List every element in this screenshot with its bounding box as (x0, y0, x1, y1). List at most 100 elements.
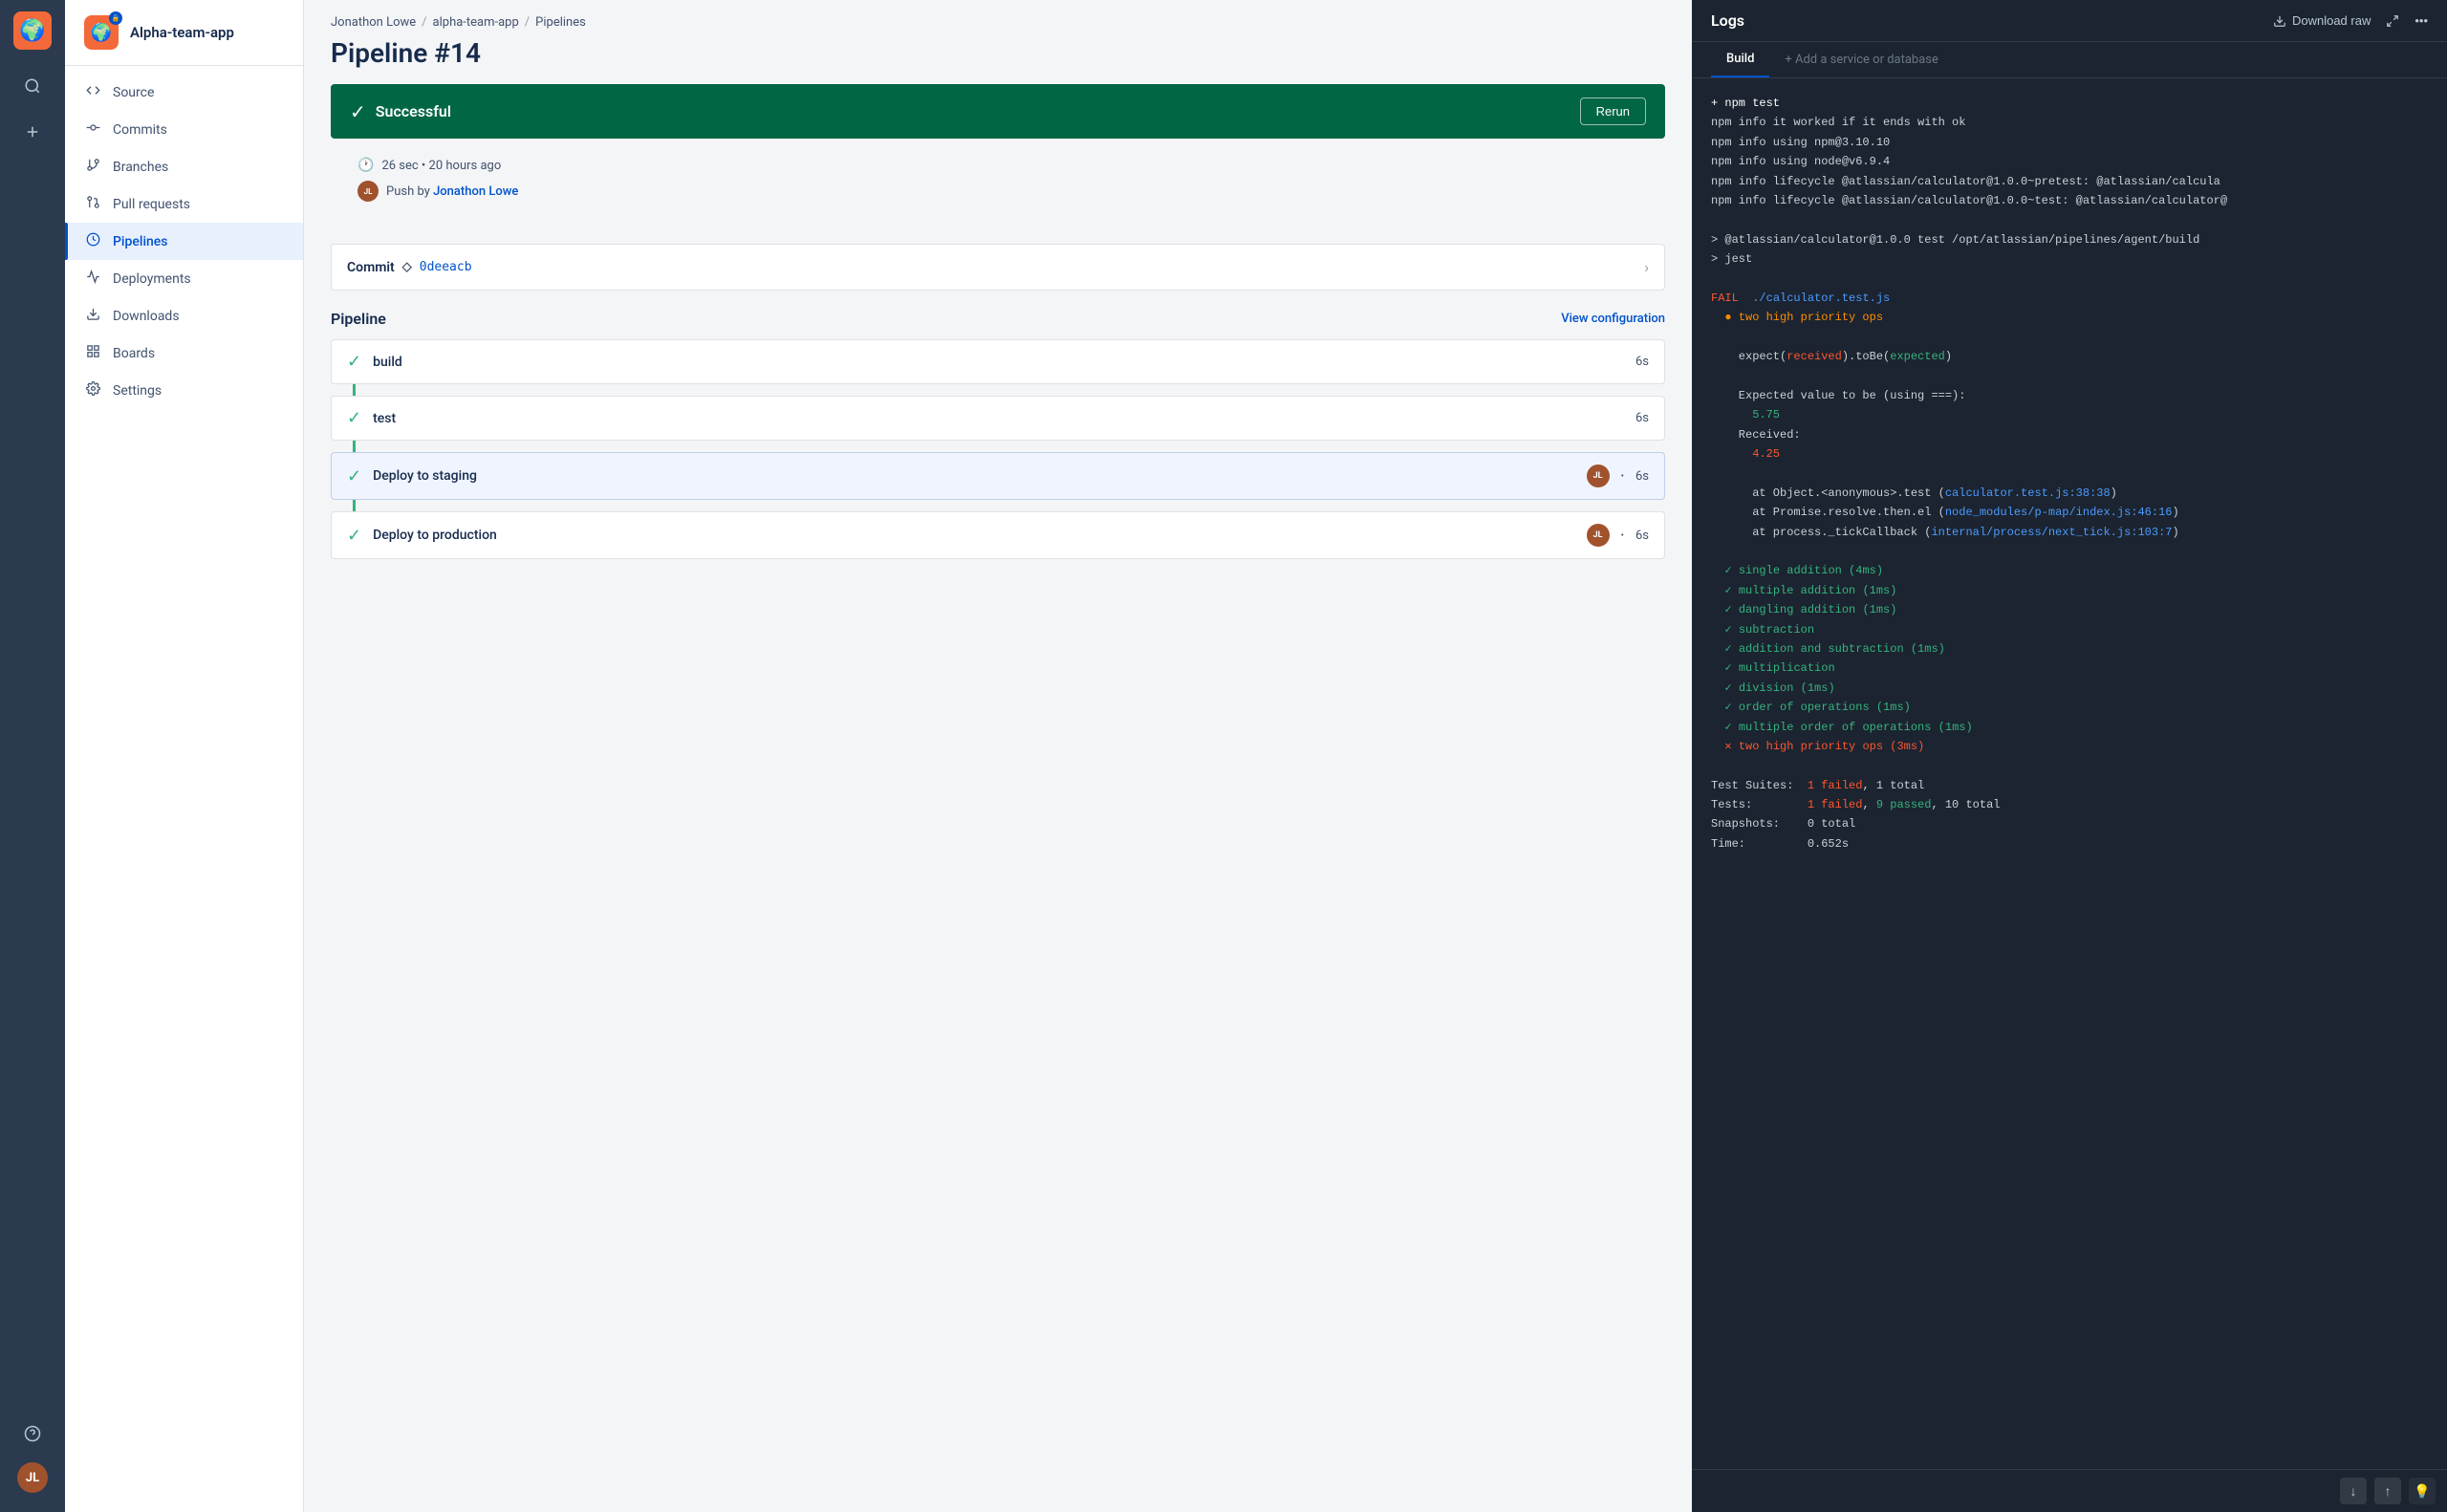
log-line: Snapshots: 0 total (1711, 814, 2428, 833)
log-line: npm info using node@v6.9.4 (1711, 152, 2428, 171)
search-icon[interactable] (15, 69, 50, 103)
log-line: ✓ order of operations (1ms) (1711, 698, 2428, 717)
pusher-link[interactable]: Jonathon Lowe (433, 184, 518, 199)
step-connector-2 (353, 441, 356, 452)
log-line (1711, 270, 2428, 289)
sidebar-item-branches[interactable]: Branches (65, 148, 303, 185)
view-config-link[interactable]: View configuration (1561, 312, 1665, 326)
log-line: ✓ division (1ms) (1711, 679, 2428, 698)
step-dot-production: • (1621, 530, 1624, 541)
step-dot-staging: • (1621, 471, 1624, 482)
more-options-button[interactable]: ••• (2415, 13, 2428, 28)
log-line: at Object.<anonymous>.test (calculator.t… (1711, 484, 2428, 503)
pipelines-icon (84, 232, 101, 250)
app-avatar[interactable] (13, 11, 52, 50)
tab-build[interactable]: Build (1711, 42, 1769, 77)
scroll-up-button[interactable]: ↑ (2374, 1478, 2401, 1504)
status-label: Successful (376, 102, 451, 120)
duration-row: 🕐 26 sec • 20 hours ago (357, 158, 1638, 173)
log-line: npm info using npm@3.10.10 (1711, 133, 2428, 152)
step-avatar-staging: JL (1587, 464, 1610, 487)
sidebar-item-pull-requests[interactable]: Pull requests (65, 185, 303, 223)
source-icon (84, 83, 101, 101)
breadcrumb: Jonathon Lowe / alpha-team-app / Pipelin… (304, 0, 1692, 30)
sidebar-item-downloads[interactable]: Downloads (65, 297, 303, 335)
step-deploy-production[interactable]: ✓ Deploy to production JL • 6s (331, 511, 1665, 559)
log-line (1711, 210, 2428, 229)
step-duration-build: 6s (1635, 355, 1649, 369)
deployments-icon (84, 270, 101, 288)
pipeline-steps: ✓ build 6s ✓ test 6s ✓ Deploy to staging… (331, 339, 1665, 559)
breadcrumb-user[interactable]: Jonathon Lowe (331, 15, 416, 30)
sidebar-item-label-boards: Boards (113, 346, 155, 361)
rerun-button[interactable]: Rerun (1580, 97, 1646, 125)
help-icon[interactable] (15, 1416, 50, 1451)
sidebar-nav: Source Commits Branches Pull requests Pi… (65, 66, 303, 1512)
add-icon[interactable] (15, 115, 50, 149)
scroll-down-button[interactable]: ↓ (2340, 1478, 2367, 1504)
step-check-icon: ✓ (347, 352, 361, 372)
sidebar-item-label-branches: Branches (113, 160, 168, 175)
duration-text: 26 sec • 20 hours ago (381, 159, 501, 173)
log-line: npm info lifecycle @atlassian/calculator… (1711, 172, 2428, 191)
expand-button[interactable] (2386, 14, 2399, 28)
step-test[interactable]: ✓ test 6s (331, 396, 1665, 441)
sidebar-item-label-downloads: Downloads (113, 309, 180, 324)
log-line: ✓ single addition (4ms) (1711, 561, 2428, 580)
logs-panel: Logs Download raw ••• Build + Add a serv… (1692, 0, 2447, 1512)
sidebar-item-source[interactable]: Source (65, 74, 303, 111)
pull-requests-icon (84, 195, 101, 213)
main-content: Jonathon Lowe / alpha-team-app / Pipelin… (304, 0, 1692, 1512)
step-duration-test: 6s (1635, 411, 1649, 425)
download-raw-label: Download raw (2292, 13, 2371, 28)
pipeline-header: Pipeline View configuration (331, 310, 1665, 328)
breadcrumb-repo[interactable]: alpha-team-app (433, 15, 519, 30)
commit-card-left: Commit ◇ 0deeacb (347, 260, 472, 275)
sidebar-item-label-pull-requests: Pull requests (113, 197, 190, 212)
log-line: 4.25 (1711, 444, 2428, 464)
logs-title: Logs (1711, 11, 1744, 30)
add-service-label[interactable]: + Add a service or database (1769, 43, 1954, 76)
log-line: FAIL ./calculator.test.js (1711, 289, 2428, 308)
sidebar: Alpha-team-app Source Commits Branches P… (65, 0, 304, 1512)
push-text: Push by Jonathon Lowe (386, 184, 518, 199)
log-line (1711, 464, 2428, 483)
step-duration-production: 6s (1635, 529, 1649, 543)
download-raw-button[interactable]: Download raw (2273, 13, 2371, 28)
status-bar-left: ✓ Successful (350, 100, 451, 123)
commit-card[interactable]: Commit ◇ 0deeacb › (331, 244, 1665, 291)
step-build[interactable]: ✓ build 6s (331, 339, 1665, 384)
chevron-right-icon: › (1644, 258, 1649, 276)
lightbulb-button[interactable]: 💡 (2409, 1478, 2436, 1504)
logs-header: Logs Download raw ••• (1692, 0, 2447, 42)
log-line: Tests: 1 failed, 9 passed, 10 total (1711, 795, 2428, 814)
pipeline-section-title: Pipeline (331, 310, 386, 328)
logs-body[interactable]: + npm test npm info it worked if it ends… (1692, 78, 2447, 1469)
log-line (1711, 328, 2428, 347)
step-connector-3 (353, 500, 356, 511)
sidebar-item-deployments[interactable]: Deployments (65, 260, 303, 297)
step-label-staging: Deploy to staging (373, 468, 1575, 484)
log-line: Time: 0.652s (1711, 834, 2428, 853)
page-title: Pipeline #14 (331, 37, 1665, 69)
icon-bar: JL (0, 0, 65, 1512)
log-line: ✕ two high priority ops (3ms) (1711, 737, 2428, 756)
log-line (1711, 366, 2428, 385)
log-line: Expected value to be (using ===): (1711, 386, 2428, 405)
log-line: > @atlassian/calculator@1.0.0 test /opt/… (1711, 230, 2428, 249)
pipeline-section: Commit ◇ 0deeacb › Pipeline View configu… (304, 244, 1692, 1512)
sidebar-item-boards[interactable]: Boards (65, 335, 303, 372)
log-line: at process._tickCallback (internal/proce… (1711, 523, 2428, 542)
log-line: ✓ addition and subtraction (1ms) (1711, 639, 2428, 659)
sidebar-item-pipelines[interactable]: Pipelines (65, 223, 303, 260)
commits-icon (84, 120, 101, 139)
breadcrumb-pipelines[interactable]: Pipelines (535, 15, 586, 30)
status-bar: ✓ Successful Rerun (331, 84, 1665, 139)
sidebar-item-settings[interactable]: Settings (65, 372, 303, 409)
sidebar-item-commits[interactable]: Commits (65, 111, 303, 148)
commit-hash[interactable]: 0deeacb (420, 260, 472, 274)
log-line: ● two high priority ops (1711, 308, 2428, 327)
step-deploy-staging[interactable]: ✓ Deploy to staging JL • 6s (331, 452, 1665, 500)
step-label-production: Deploy to production (373, 528, 1575, 543)
user-avatar[interactable]: JL (17, 1462, 48, 1493)
